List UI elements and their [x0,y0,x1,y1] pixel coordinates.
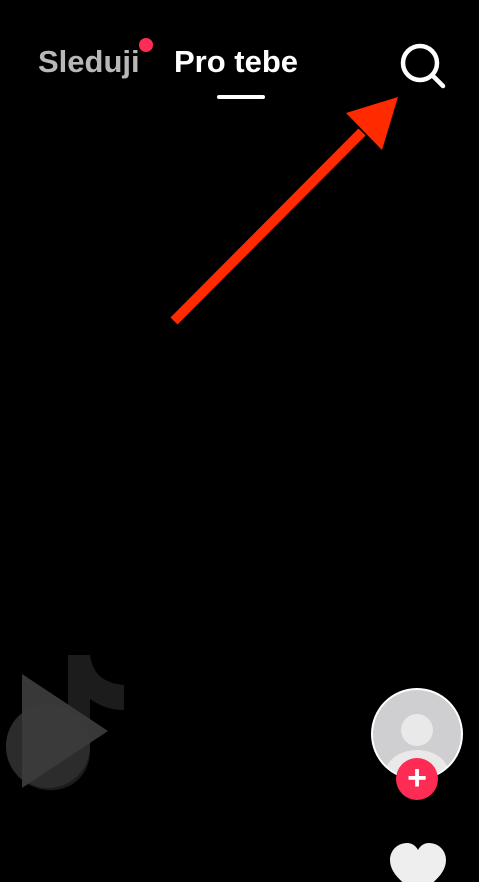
arrow-icon [170,97,398,325]
search-icon [400,43,446,89]
follow-button[interactable]: + [396,758,438,800]
active-tab-indicator [217,95,265,99]
tab-following[interactable]: Sleduji [38,42,140,82]
heart-icon [390,843,446,882]
tab-for-you[interactable]: Pro tebe [174,42,298,82]
like-button[interactable] [386,840,450,882]
tiktok-watermark [0,650,140,800]
search-button[interactable] [396,39,450,93]
creator-avatar-group: + [371,688,463,800]
video-feed-screen: Sleduji Pro tebe + [0,0,479,882]
tiktok-logo-icon [6,655,124,791]
notification-dot [139,38,153,52]
top-nav: Sleduji Pro tebe [0,0,479,110]
